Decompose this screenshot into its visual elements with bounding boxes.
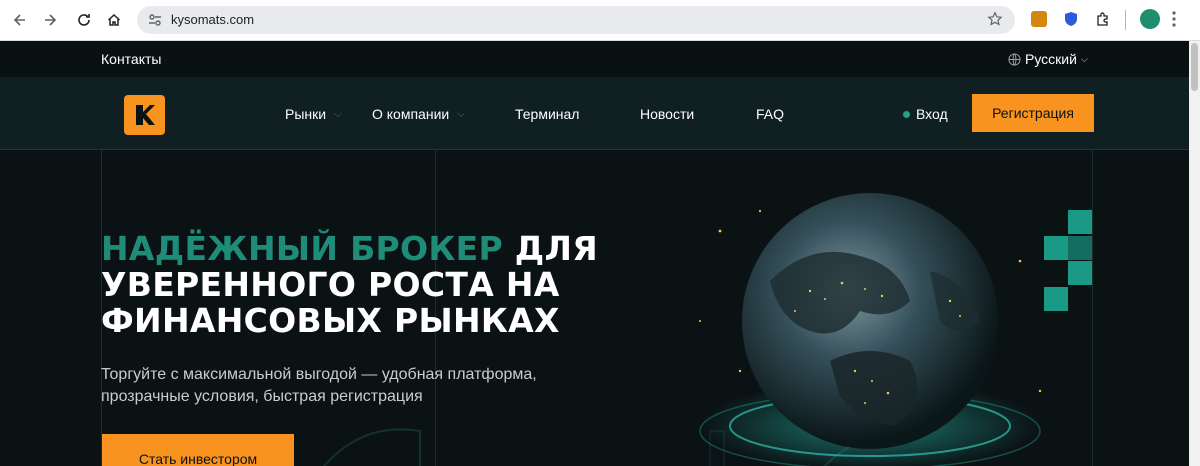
decor-square: [1044, 236, 1068, 260]
login-label: Вход: [916, 106, 948, 122]
globe-icon: [1008, 52, 1021, 66]
logo-icon[interactable]: [124, 95, 165, 135]
top-bar: Контакты Русский ⌵: [0, 41, 1189, 77]
scrollbar-thumb[interactable]: [1191, 43, 1198, 91]
nav-news[interactable]: Новости: [640, 106, 694, 122]
nav-faq-label: FAQ: [756, 106, 785, 122]
hero-title: НАДЁЖНЫЙ БРОКЕР ДЛЯ УВЕРЕННОГО РОСТА НА …: [101, 231, 661, 339]
nav-markets[interactable]: Рынки ⌵: [285, 106, 342, 122]
nav-faq[interactable]: FAQ: [756, 106, 784, 122]
decor-square: [1044, 287, 1068, 311]
become-investor-button[interactable]: Стать инвестором: [102, 434, 294, 466]
star-icon[interactable]: [987, 11, 1003, 32]
chevron-down-icon: ⌵: [1080, 53, 1088, 64]
menu-icon[interactable]: [1172, 10, 1176, 28]
decor-square: [1068, 210, 1092, 234]
url-text: kysomats.com: [171, 12, 255, 27]
nav-about-label: О компании: [372, 106, 450, 122]
nav-terminal-label: Терминал: [515, 106, 580, 122]
status-dot: [903, 110, 910, 118]
nav-terminal[interactable]: Терминал: [515, 106, 579, 122]
address-bar[interactable]: kysomats.com: [137, 6, 1015, 34]
home-icon[interactable]: [102, 8, 126, 32]
chevron-down-icon: ⌵: [457, 108, 465, 120]
language-selector[interactable]: Русский ⌵: [1008, 51, 1088, 67]
hero-title-accent: НАДЁЖНЫЙ БРОКЕР: [101, 229, 503, 268]
register-button[interactable]: Регистрация: [972, 94, 1094, 132]
back-icon[interactable]: [8, 8, 32, 32]
language-label: Русский: [1025, 51, 1077, 67]
web-page: Контакты Русский ⌵ Рынки ⌵ О компании ⌵ …: [0, 41, 1189, 466]
nav-news-label: Новости: [640, 106, 695, 122]
globe-illustration: [660, 171, 1080, 466]
extension-icon[interactable]: [1031, 11, 1047, 27]
nav-markets-label: Рынки: [285, 106, 327, 122]
decor-square: [1068, 236, 1092, 260]
site-info-icon[interactable]: [147, 12, 163, 28]
separator: [1125, 10, 1126, 30]
reload-icon[interactable]: [72, 8, 96, 32]
puzzle-icon[interactable]: [1095, 11, 1111, 27]
nav-about[interactable]: О компании ⌵: [372, 106, 465, 122]
decor-square: [1068, 261, 1092, 285]
login-link[interactable]: Вход: [903, 106, 948, 122]
grid-line: [1092, 150, 1093, 466]
contacts-link[interactable]: Контакты: [101, 51, 161, 67]
forward-icon[interactable]: [38, 8, 62, 32]
hero-subtitle: Торгуйте с максимальной выгодой — удобна…: [101, 366, 537, 405]
chevron-down-icon: ⌵: [334, 108, 342, 120]
browser-toolbar: kysomats.com: [0, 0, 1200, 41]
shield-extension-icon[interactable]: [1063, 11, 1079, 27]
profile-icon[interactable]: [1140, 9, 1160, 29]
scrollbar[interactable]: [1189, 41, 1200, 466]
main-header: Рынки ⌵ О компании ⌵ Терминал Новости FA…: [0, 77, 1189, 150]
